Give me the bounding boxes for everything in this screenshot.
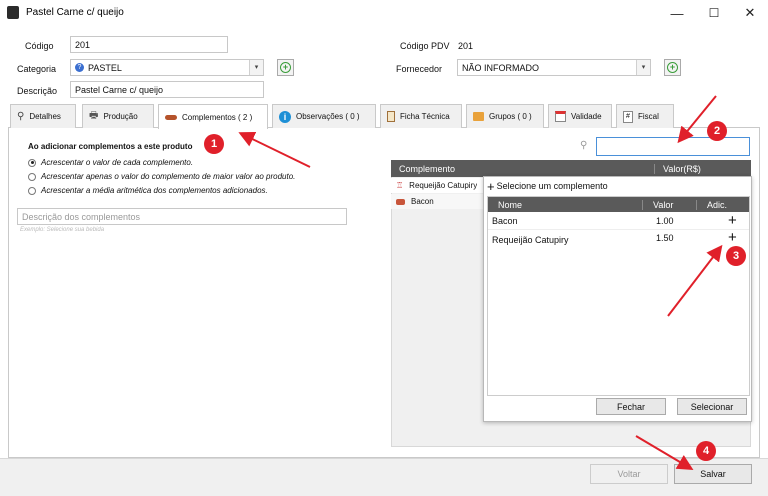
annotation-badge-2: 2 <box>707 121 727 141</box>
arrow-3 <box>667 244 723 317</box>
annotation-badge-4: 4 <box>696 441 716 461</box>
arrow-1 <box>238 132 311 168</box>
annotation-arrows <box>238 95 723 471</box>
annotation-badge-3: 3 <box>726 246 746 266</box>
annotation-badge-1: 1 <box>204 134 224 154</box>
arrow-4 <box>635 435 694 471</box>
